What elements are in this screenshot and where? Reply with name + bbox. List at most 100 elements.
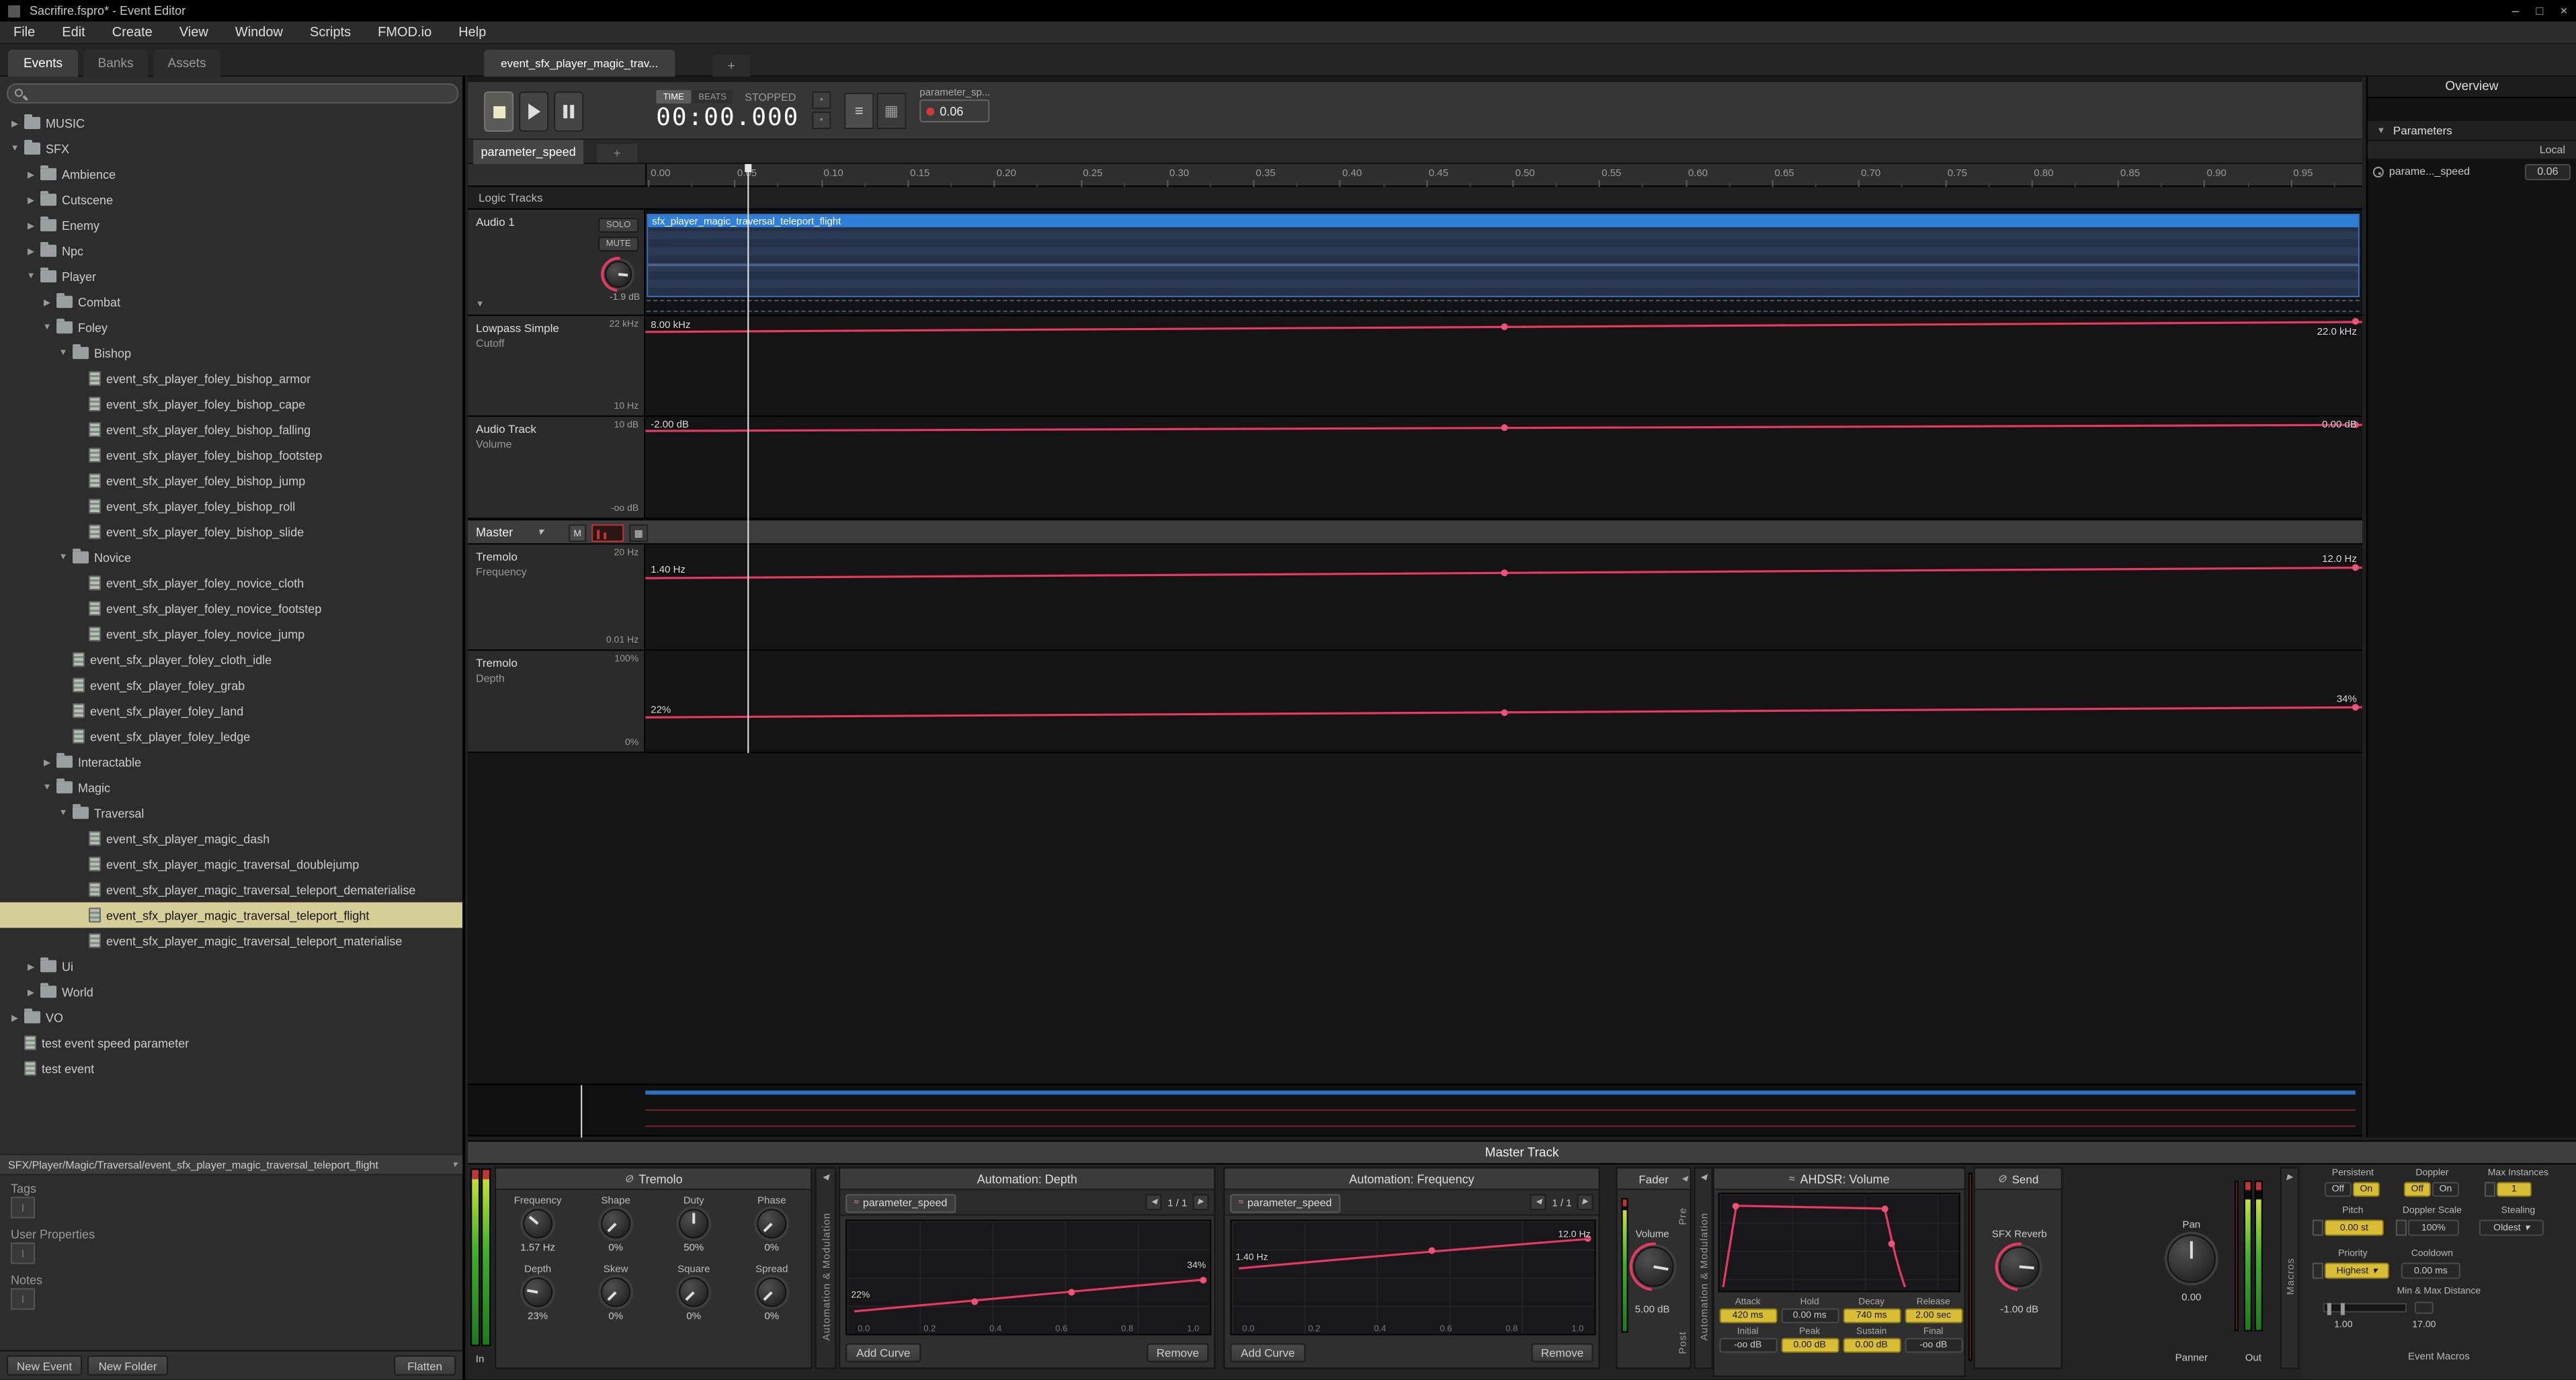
collapse-arrow-icon[interactable] <box>56 553 70 562</box>
panel-header[interactable]: Tremolo <box>496 1168 811 1190</box>
menu-edit[interactable]: Edit <box>48 25 98 40</box>
ahdsr-envelope-graph[interactable] <box>1718 1192 1960 1292</box>
panel-header[interactable]: Send <box>1975 1168 2061 1190</box>
tree-item-event[interactable]: event_sfx_player_foley_bishop_falling <box>0 417 462 442</box>
macros-rail[interactable]: Macros <box>2280 1167 2299 1369</box>
expand-arrow-icon[interactable] <box>24 220 38 231</box>
add-event-tab-button[interactable]: + <box>712 55 750 77</box>
expand-arrow-icon[interactable] <box>8 1012 22 1022</box>
tree-item-event[interactable]: event_sfx_player_foley_bishop_armor <box>0 366 462 391</box>
tree-item-event[interactable]: event_sfx_player_foley_cloth_idle <box>0 647 462 672</box>
tree-item-folder[interactable]: Magic <box>0 774 462 800</box>
panner-label[interactable]: Panner <box>2154 1352 2229 1364</box>
breadcrumb[interactable]: SFX/Player/Magic/Traversal/event_sfx_pla… <box>0 1153 462 1175</box>
timeline-ruler[interactable]: 0.000.050.100.150.200.250.300.350.400.45… <box>468 164 2362 187</box>
depth-curve-graph[interactable]: 22% 34% 0.00.20.40.60.81.0 <box>845 1219 1211 1335</box>
tree-item-event[interactable]: event_sfx_player_foley_grab <box>0 672 462 698</box>
next-curve-button[interactable] <box>1192 1194 1208 1210</box>
knob[interactable] <box>757 1209 786 1238</box>
field-value[interactable]: 0.00 dB <box>1781 1338 1839 1352</box>
parameter-row[interactable]: parame..._speed 0.06 <box>2368 160 2576 183</box>
tab-parameter-speed[interactable]: parameter_speed <box>473 140 583 164</box>
track-header[interactable]: Audio Track Volume 10 dB -oo dB <box>468 417 645 519</box>
field-value[interactable]: -oo dB <box>1905 1338 1962 1352</box>
tree-item-folder[interactable]: Foley <box>0 315 462 340</box>
tree-item-folder[interactable]: VO <box>0 1004 462 1030</box>
doppler-off-button[interactable]: Off <box>2404 1182 2431 1196</box>
knob[interactable] <box>679 1209 708 1238</box>
pitch-value[interactable]: 0.00 st <box>2325 1219 2384 1235</box>
parameter-curve-chip[interactable]: parameter_speed <box>1230 1193 1339 1212</box>
mute-button[interactable]: MUTE <box>598 237 638 251</box>
menu-help[interactable]: Help <box>445 25 499 40</box>
tree-item-folder[interactable]: Traversal <box>0 800 462 825</box>
automation-rail[interactable]: Automation & Modulation <box>815 1167 836 1369</box>
tree-item-folder[interactable]: Cutscene <box>0 187 462 212</box>
tree-item-event[interactable]: test event <box>0 1055 462 1081</box>
tree-item-event[interactable]: event_sfx_player_foley_ledge <box>0 723 462 749</box>
add-curve-button[interactable]: Add Curve <box>1230 1343 1305 1362</box>
solo-button[interactable]: SOLO <box>598 218 638 233</box>
collapse-arrow-icon[interactable] <box>40 323 54 332</box>
collapse-arrow-icon[interactable] <box>24 272 38 281</box>
panel-header[interactable]: Fader <box>1618 1168 1690 1190</box>
tab-open-event[interactable]: event_sfx_player_magic_trav... <box>484 50 675 77</box>
automation-lane[interactable]: 22% 34% <box>645 651 2362 753</box>
prev-curve-button[interactable] <box>1146 1194 1162 1210</box>
parameters-section-header[interactable]: Parameters <box>2368 121 2576 140</box>
tree-item-event[interactable]: event_sfx_player_magic_traversal_telepor… <box>0 928 462 953</box>
pause-button[interactable] <box>554 91 583 132</box>
max-instances-spinner[interactable] <box>2485 1182 2495 1196</box>
parameter-value-chip[interactable]: 0.06 <box>919 99 989 122</box>
tree-item-event[interactable]: event_sfx_player_foley_novice_jump <box>0 621 462 647</box>
doppler-on-button[interactable]: On <box>2432 1182 2459 1196</box>
knob[interactable] <box>679 1277 708 1307</box>
new-folder-button[interactable]: New Folder <box>87 1356 168 1376</box>
stop-button[interactable] <box>484 91 513 132</box>
priority-dropdown[interactable]: Highest <box>2325 1262 2389 1278</box>
tree-item-folder[interactable]: Novice <box>0 544 462 570</box>
search-input[interactable] <box>7 83 458 104</box>
tree-item-event[interactable]: event_sfx_player_foley_bishop_slide <box>0 519 462 544</box>
menu-create[interactable]: Create <box>99 25 166 40</box>
collapse-arrow-icon[interactable] <box>56 348 70 358</box>
field-value[interactable]: 0.00 ms <box>1781 1308 1839 1323</box>
knob[interactable] <box>757 1277 786 1307</box>
send-destination[interactable]: SFX Reverb <box>1975 1227 2064 1240</box>
tab-banks[interactable]: Banks <box>83 50 148 77</box>
chevron-down-icon[interactable] <box>538 526 543 538</box>
expand-arrow-icon[interactable] <box>24 986 38 997</box>
pan-knob[interactable] <box>2167 1234 2216 1283</box>
menu-scripts[interactable]: Scripts <box>296 25 364 40</box>
collapse-left-icon[interactable] <box>823 1168 829 1186</box>
bypass-icon[interactable] <box>624 1172 633 1184</box>
parameter-curve-chip[interactable]: parameter_speed <box>845 1193 955 1212</box>
tree-item-folder[interactable]: SFX <box>0 136 462 161</box>
tags-input[interactable] <box>11 1196 35 1218</box>
beats-mode-toggle[interactable]: BEATS <box>692 90 733 104</box>
prev-curve-button[interactable] <box>1530 1194 1546 1210</box>
user-properties-input[interactable] <box>11 1242 35 1264</box>
tree-item-folder[interactable]: Ui <box>0 953 462 979</box>
play-button[interactable] <box>519 91 548 132</box>
automation-lane[interactable]: -2.00 dB 0.00 dB <box>645 417 2362 519</box>
volume-knob[interactable] <box>1634 1246 1674 1287</box>
tree-item-event[interactable]: event_sfx_player_foley_bishop_footstep <box>0 442 462 468</box>
field-value[interactable]: 0.00 dB <box>1843 1338 1901 1352</box>
layout-grid-button[interactable] <box>876 93 906 129</box>
collapse-arrow-icon[interactable] <box>2374 126 2388 135</box>
tree-item-folder[interactable]: Combat <box>0 289 462 315</box>
gain-knob[interactable] <box>605 261 632 288</box>
minimize-button[interactable] <box>2503 4 2528 17</box>
tab-assets[interactable]: Assets <box>153 50 220 77</box>
field-value[interactable]: 2.00 sec <box>1905 1308 1962 1323</box>
expand-arrow-icon[interactable] <box>40 296 54 307</box>
flatten-button[interactable]: Flatten <box>394 1356 456 1376</box>
menu-view[interactable]: View <box>166 25 222 40</box>
expand-arrow-icon[interactable] <box>24 245 38 256</box>
collapse-left-icon[interactable] <box>1700 1168 1706 1186</box>
track-header[interactable]: Audio 1 SOLO MUTE -1.9 dB <box>468 210 645 316</box>
master-track-bar[interactable]: Master Track <box>468 1140 2576 1164</box>
tree-item-event[interactable]: test event speed parameter <box>0 1030 462 1055</box>
tree-item-folder[interactable]: MUSIC <box>0 110 462 136</box>
